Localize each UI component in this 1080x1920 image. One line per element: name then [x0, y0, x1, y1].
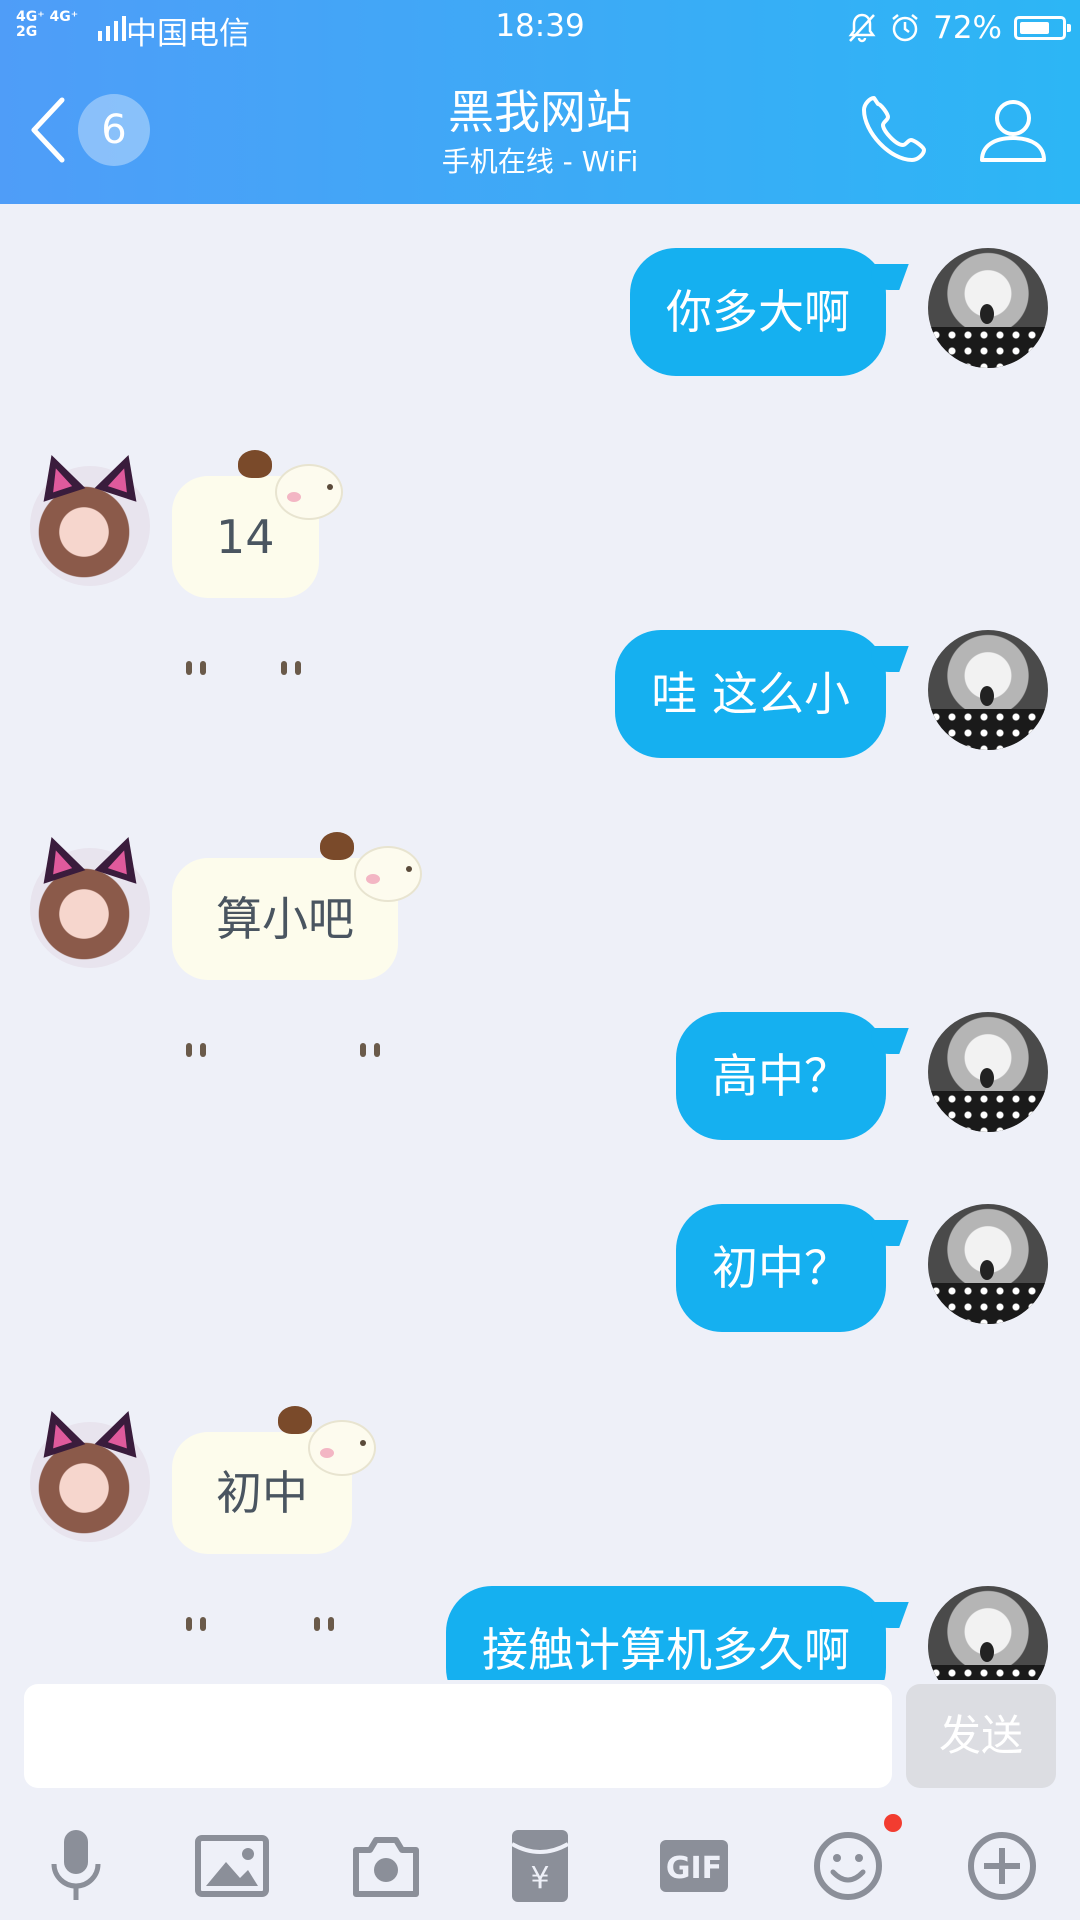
sheep-legs	[186, 1554, 214, 1631]
emoji-icon[interactable]	[808, 1826, 888, 1906]
bubble-decoration	[278, 1406, 312, 1434]
message-bubble[interactable]: 哇 这么小	[615, 630, 886, 758]
sheep-legs	[280, 598, 309, 675]
message-bubble[interactable]: 初中	[172, 1406, 374, 1631]
message-bubble[interactable]: 14	[172, 450, 341, 675]
bubble-decoration	[320, 832, 354, 860]
chat-header: 4G⁺ 4G⁺ 2G 中国电信 18:39 72% 6 黑我网站 手机在线 - …	[0, 0, 1080, 204]
sheep-legs	[314, 1554, 342, 1631]
message-input[interactable]	[24, 1684, 892, 1788]
bubble-decoration	[238, 450, 272, 478]
my-avatar[interactable]	[928, 1586, 1048, 1680]
alarm-icon	[892, 14, 918, 42]
phone-call-icon[interactable]	[856, 92, 930, 166]
sheep-decoration-icon	[356, 848, 420, 900]
image-icon[interactable]	[192, 1826, 272, 1906]
bell-muted-icon	[848, 13, 876, 43]
battery-percent: 72%	[933, 10, 1002, 46]
message-bubble[interactable]: 初中？	[676, 1204, 886, 1332]
contact-avatar[interactable]	[30, 448, 150, 586]
battery-icon	[1014, 16, 1071, 40]
message-bubble[interactable]: 你多大啊	[630, 248, 886, 376]
status-right: 72%	[847, 8, 1071, 48]
sheep-decoration-icon	[276, 466, 341, 518]
message-text: 算小吧	[216, 892, 354, 946]
camera-icon[interactable]	[346, 1826, 426, 1906]
red-packet-icon[interactable]: ¥	[500, 1826, 580, 1906]
message-text: 14	[216, 510, 275, 564]
send-button[interactable]: 发送	[906, 1684, 1056, 1788]
my-avatar[interactable]	[928, 248, 1048, 368]
message-bubble[interactable]: 算小吧	[172, 832, 420, 1057]
contact-avatar[interactable]	[30, 1404, 150, 1542]
battery-fill	[1020, 22, 1049, 34]
svg-text:¥: ¥	[530, 1861, 549, 1896]
message-bubble[interactable]: 接触计算机多久啊	[446, 1586, 886, 1680]
status-bar: 4G⁺ 4G⁺ 2G 中国电信 18:39 72%	[0, 0, 1080, 56]
profile-icon[interactable]	[978, 94, 1048, 164]
message-list[interactable]: 你多大啊 14 哇 这么小 算小吧 高中？ 初中？ 初中 接触计算机多久啊	[0, 204, 1080, 1680]
composer: 发送 ¥ GIF	[0, 1680, 1080, 1920]
my-avatar[interactable]	[928, 1204, 1048, 1324]
my-avatar[interactable]	[928, 1012, 1048, 1132]
message-bubble[interactable]: 高中？	[676, 1012, 886, 1140]
gif-label: GIF	[666, 1851, 722, 1886]
contact-avatar[interactable]	[30, 830, 150, 968]
my-avatar[interactable]	[928, 630, 1048, 750]
notification-dot	[884, 1814, 902, 1832]
gif-icon[interactable]: GIF	[654, 1826, 734, 1906]
sheep-legs	[186, 598, 214, 675]
microphone-icon[interactable]	[36, 1826, 116, 1906]
plus-icon[interactable]	[962, 1826, 1042, 1906]
sheep-decoration-icon	[310, 1422, 374, 1474]
sheep-legs	[186, 980, 214, 1057]
sheep-legs	[360, 980, 388, 1057]
message-text: 初中	[216, 1466, 308, 1520]
